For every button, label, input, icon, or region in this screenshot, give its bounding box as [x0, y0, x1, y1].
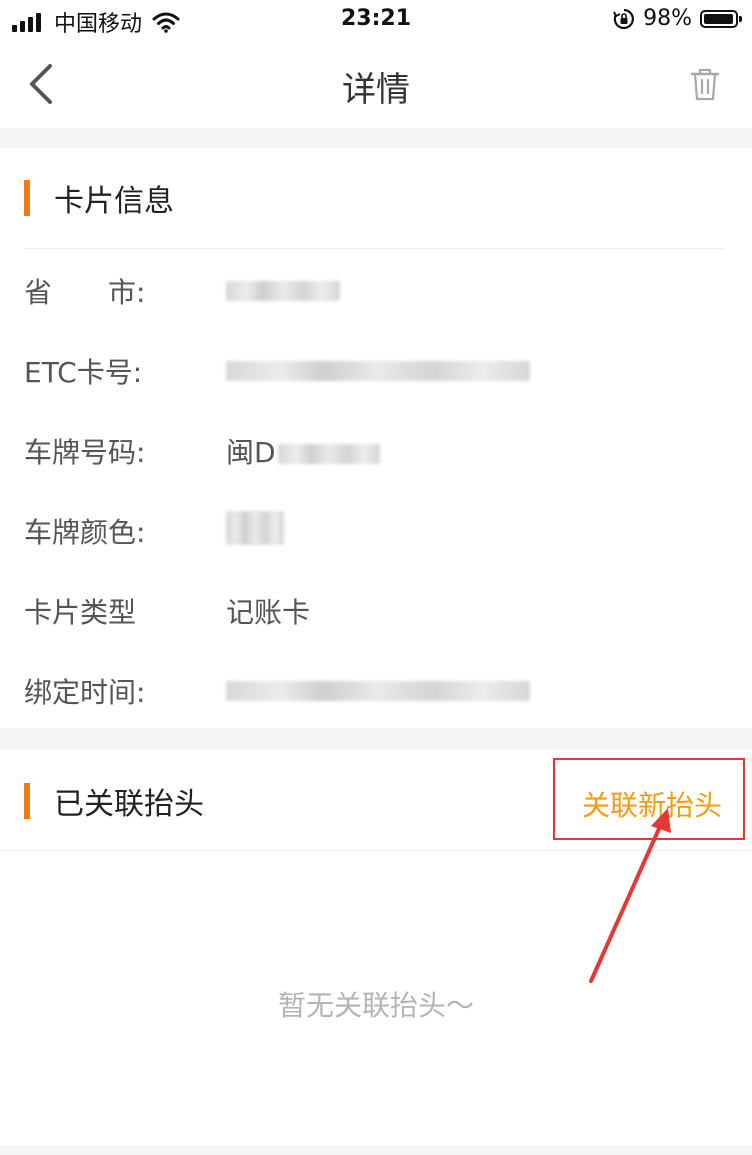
- section-title: 已关联抬头: [54, 787, 204, 822]
- info-row-card-type: 卡片类型 记账卡: [24, 591, 728, 631]
- info-label: 车牌号码:: [24, 436, 146, 469]
- info-value-redacted: [226, 675, 530, 708]
- linked-headers-header: 已关联抬头: [24, 781, 204, 822]
- card-info-section: 卡片信息 省 市: ETC卡号: 车牌号码: 闽D 车牌颜色: 卡片类型 记账卡…: [0, 148, 752, 728]
- status-right: 98%: [613, 6, 742, 31]
- info-value: 闽D: [226, 431, 380, 471]
- section-accent-bar: [24, 783, 30, 819]
- info-label: 省 市:: [24, 276, 146, 309]
- info-label: 车牌颜色:: [24, 516, 146, 549]
- nav-bar: 详情: [0, 40, 752, 128]
- plate-prefix: 闽D: [226, 436, 276, 469]
- section-title: 卡片信息: [54, 184, 174, 219]
- empty-state-text: 暂无关联抬头～: [277, 989, 474, 1022]
- info-row-bind-time: 绑定时间:: [24, 671, 728, 711]
- info-value-redacted: [226, 355, 530, 388]
- annotation-highlight-box: [553, 758, 745, 840]
- status-bar: 中国移动 23:21 98%: [0, 0, 752, 40]
- card-info-header: 卡片信息: [24, 178, 174, 219]
- info-label: 卡片类型: [24, 596, 137, 629]
- info-row-etc-card: ETC卡号:: [24, 351, 728, 391]
- orientation-lock-icon: [613, 8, 635, 29]
- divider: [24, 248, 724, 249]
- linked-headers-section: 已关联抬头 关联新抬头 暂无关联抬头～: [0, 750, 752, 1145]
- info-value-redacted: [226, 510, 284, 552]
- battery-percent: 98%: [643, 6, 692, 31]
- battery-icon: [700, 9, 742, 28]
- info-label: 绑定时间:: [24, 676, 146, 709]
- info-row-province-city: 省 市:: [24, 271, 728, 311]
- section-accent-bar: [24, 180, 30, 216]
- info-value: 记账卡: [226, 596, 311, 629]
- info-row-plate-color: 车牌颜色:: [24, 510, 728, 552]
- info-row-plate-number: 车牌号码: 闽D: [24, 431, 728, 471]
- page-title: 详情: [342, 70, 410, 110]
- info-label: ETC卡号:: [24, 356, 143, 389]
- trash-icon[interactable]: [688, 66, 722, 102]
- divider: [0, 850, 752, 851]
- info-value-redacted: [226, 275, 340, 308]
